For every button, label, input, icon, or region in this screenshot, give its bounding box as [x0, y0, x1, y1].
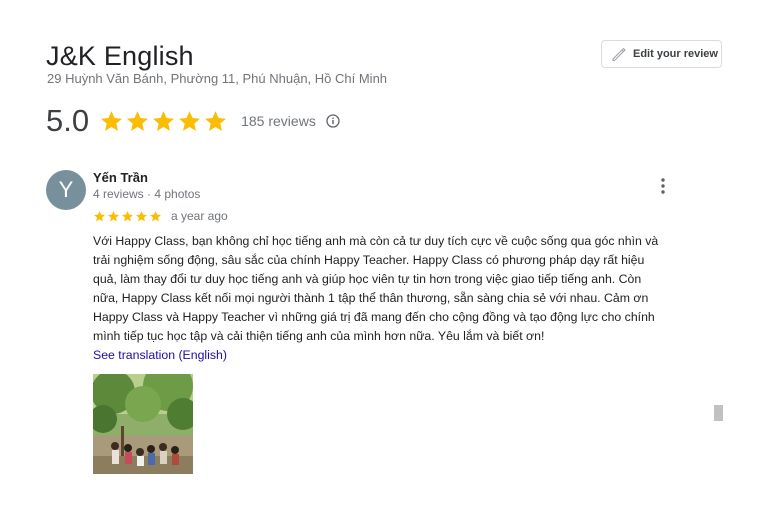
review-photo-image: [93, 374, 193, 474]
star-icon: [101, 110, 123, 131]
star-icon: [94, 210, 105, 221]
review-rating-row: a year ago: [93, 209, 228, 223]
place-title: J&K English: [46, 41, 194, 71]
star-icon: [150, 210, 161, 221]
star-icon: [122, 210, 133, 221]
star-icon: [136, 210, 147, 221]
review-photo[interactable]: [93, 374, 193, 474]
pencil-icon: [612, 47, 626, 61]
star-icon: [127, 110, 149, 131]
rating-score: 5.0: [46, 103, 90, 138]
rating-stars: [99, 109, 228, 134]
info-icon[interactable]: [326, 114, 340, 128]
star-icon: [179, 110, 201, 131]
reviewer-avatar[interactable]: Y: [46, 170, 86, 210]
star-icon: [205, 110, 227, 131]
rating-summary: 5.0 185 reviews: [46, 101, 340, 141]
review-text-line: Happy Class và Happy Teacher vì những gi…: [93, 310, 655, 325]
place-address: 29 Huỳnh Văn Bánh, Phường 11, Phú Nhuận,…: [47, 71, 388, 86]
scrollbar-thumb[interactable]: [714, 405, 723, 421]
review-text-line: mình tiếp tục học tập và cải thiện tiếng…: [93, 329, 545, 344]
review-date: a year ago: [171, 209, 228, 223]
review-text-line: Với Happy Class, bạn không chỉ học tiếng…: [93, 234, 659, 248]
review-count[interactable]: 185 reviews: [241, 113, 316, 129]
star-icon: [153, 110, 175, 131]
review-text-line: quả, làm thay đổi tư duy học tiếng anh v…: [93, 272, 642, 287]
star-icon: [108, 210, 119, 221]
see-translation-link[interactable]: See translation (English): [93, 348, 227, 362]
review-stars: [93, 210, 162, 223]
review-text-line: trải nghiệm sống động, sâu sắc của chính…: [93, 253, 645, 268]
edit-review-button[interactable]: Edit your review: [601, 40, 722, 68]
reviewer-name[interactable]: Yến Trần: [93, 170, 148, 185]
more-vert-icon[interactable]: [655, 177, 671, 195]
review-text-line: nữa, Happy Class kết nối mọi người thành…: [93, 291, 649, 306]
reviewer-meta: 4 reviews · 4 photos: [93, 187, 201, 201]
edit-review-label: Edit your review: [633, 48, 718, 60]
review-text: Với Happy Class, bạn không chỉ học tiếng…: [93, 232, 703, 347]
